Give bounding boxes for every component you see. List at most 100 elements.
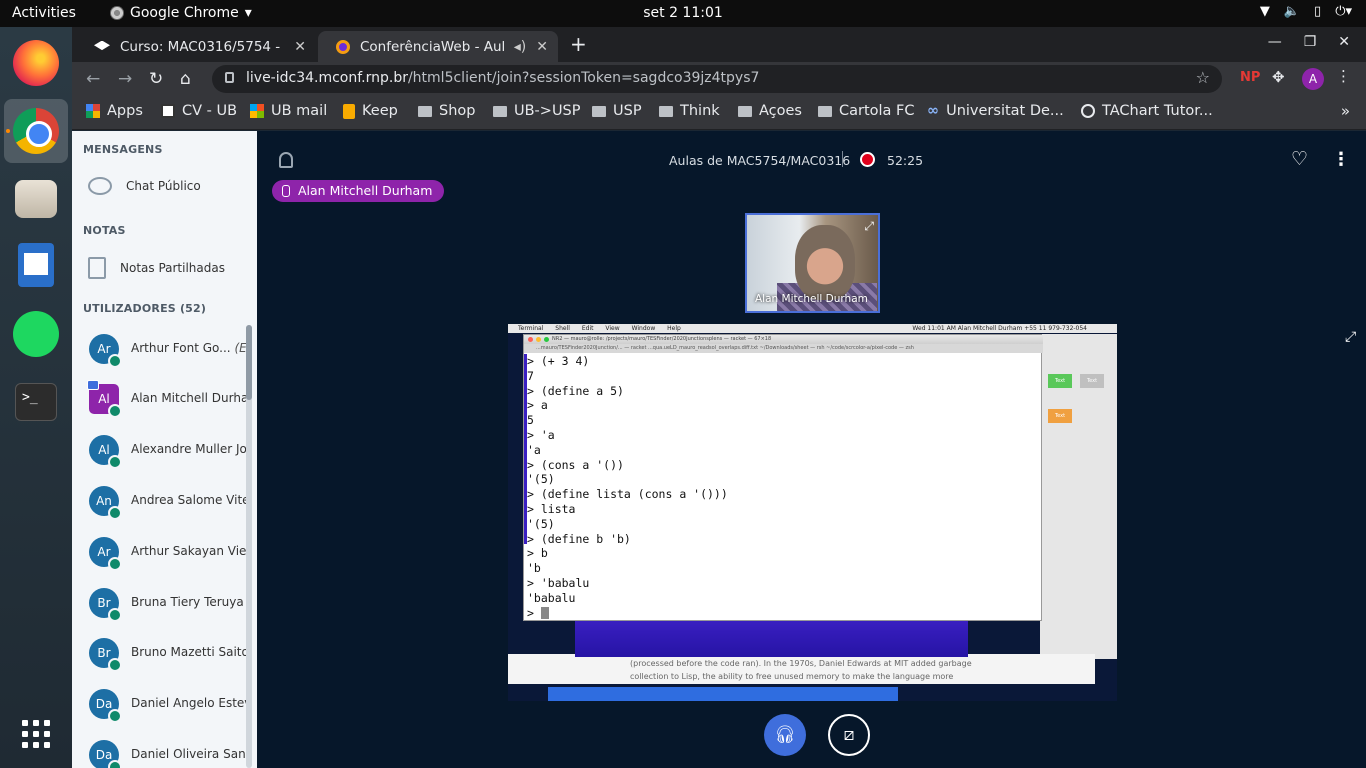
terminal-line: '(5) bbox=[527, 472, 555, 487]
chrome-menu-icon[interactable]: ⋮ bbox=[1336, 67, 1351, 85]
bookmark-label: UB mail bbox=[271, 103, 328, 119]
share-webcam-button[interactable]: ⧄ bbox=[828, 714, 870, 756]
restore-icon[interactable]: ❐ bbox=[1304, 34, 1317, 50]
tab-title: Curso: MAC0316/5754 - Co bbox=[120, 38, 285, 55]
bookmark-cartola[interactable]: Cartola FC bbox=[818, 103, 915, 119]
terminal-line: 5 bbox=[527, 413, 534, 428]
new-tab-button[interactable]: + bbox=[570, 32, 587, 56]
more-bookmarks-icon[interactable]: » bbox=[1341, 102, 1350, 120]
fullscreen-icon[interactable]: ⤢ bbox=[1345, 329, 1356, 345]
terminal-line: '(5) bbox=[527, 516, 555, 531]
back-button[interactable]: ← bbox=[86, 69, 100, 89]
bookmark-acoes[interactable]: Açoes bbox=[738, 103, 802, 119]
bookmark-ub-usp[interactable]: UB->USP bbox=[493, 103, 581, 119]
terminal-titlebar: NR2 — mauro@rolle: /projects/mauro/TESFi… bbox=[524, 335, 1043, 344]
profile-avatar[interactable]: A bbox=[1302, 68, 1324, 90]
user-list-toggle-icon[interactable] bbox=[279, 152, 293, 168]
heart-icon[interactable]: ♡ bbox=[1291, 148, 1308, 170]
files-icon bbox=[15, 180, 57, 218]
terminal-line: > (define b 'b) bbox=[527, 531, 631, 546]
close-window-icon[interactable]: ✕ bbox=[1338, 34, 1350, 50]
public-chat-link[interactable]: Chat Público bbox=[88, 177, 201, 195]
dock-chrome[interactable] bbox=[4, 99, 68, 163]
dock-writer[interactable] bbox=[4, 233, 68, 297]
user-item[interactable]: Al Alexandre Muller Jo... bbox=[72, 427, 257, 478]
terminal-output: > (+ 3 4) 7 > (define a 5) > a 5 > 'a'a > (con… bbox=[527, 354, 1037, 620]
tab-conference[interactable]: ConferênciaWeb - Aula ◂) ✕ bbox=[318, 31, 558, 62]
leave-audio-button[interactable]: 🎧︎ bbox=[764, 714, 806, 756]
bookmark-keep[interactable]: Keep bbox=[343, 103, 398, 119]
reload-button[interactable]: ↻ bbox=[149, 69, 163, 89]
app-menu[interactable]: Google Chrome ▾ bbox=[110, 5, 252, 21]
user-item[interactable]: Da Daniel Oliveira San... bbox=[72, 732, 257, 768]
bookmark-cv-ub[interactable]: CV - UB bbox=[161, 103, 237, 119]
options-menu-icon[interactable]: ⋮ bbox=[1332, 149, 1350, 170]
mac-menu-item: Shell bbox=[555, 325, 570, 332]
np-extension-icon[interactable]: NP bbox=[1240, 70, 1260, 85]
close-tab-icon[interactable]: ✕ bbox=[294, 39, 306, 55]
bookmark-star-icon[interactable]: ☆ bbox=[1196, 68, 1210, 87]
terminal-line: 'babalu bbox=[527, 590, 576, 605]
shared-text-button: Text bbox=[1048, 409, 1072, 423]
address-bar[interactable]: live-idc34.mconf.rnp.br/html5client/join… bbox=[212, 65, 1222, 93]
tab-course[interactable]: Curso: MAC0316/5754 - Co ✕ bbox=[76, 31, 316, 62]
recording-icon[interactable] bbox=[860, 152, 875, 167]
dock-spotify[interactable] bbox=[4, 302, 68, 366]
activities-button[interactable]: Activities bbox=[12, 5, 76, 21]
user-item[interactable]: Da Daniel Angelo Estev... bbox=[72, 681, 257, 732]
users-section-title: UTILIZADORES (52) bbox=[83, 302, 207, 315]
folder-icon bbox=[738, 105, 752, 117]
bookmark-shop[interactable]: Shop bbox=[418, 103, 475, 119]
bookmark-ub-mail[interactable]: UB mail bbox=[250, 103, 327, 119]
url-path: /html5client/join?sessionToken=sagdco39j… bbox=[407, 70, 760, 86]
webcam-video[interactable]: Alan Mitchell Durham ⤢ bbox=[745, 213, 880, 313]
bookmark-apps[interactable]: Apps bbox=[86, 103, 143, 119]
close-tab-icon[interactable]: ✕ bbox=[536, 39, 548, 55]
lock-icon bbox=[225, 72, 234, 83]
shared-document: (processed before the code ran). In the … bbox=[508, 654, 1095, 684]
bookmark-think[interactable]: Think bbox=[659, 103, 720, 119]
minimize-icon[interactable]: — bbox=[1268, 34, 1282, 50]
chat-icon bbox=[88, 177, 112, 195]
bookmark-label: Keep bbox=[362, 103, 398, 119]
audio-playing-icon[interactable]: ◂) bbox=[514, 39, 527, 55]
shared-terminal-window: NR2 — mauro@rolle: /projects/mauro/TESFi… bbox=[523, 334, 1043, 621]
terminal-line: 'a bbox=[527, 442, 541, 457]
globe-icon bbox=[1081, 104, 1095, 118]
graduation-cap-icon bbox=[94, 40, 110, 51]
folder-icon bbox=[418, 105, 432, 117]
home-button[interactable]: ⌂ bbox=[180, 69, 191, 89]
mac-menu-item: View bbox=[605, 325, 620, 332]
expand-icon[interactable]: ⤢ bbox=[864, 219, 874, 234]
bookmark-usp[interactable]: USP bbox=[592, 103, 642, 119]
bookmark-label: TAChart Tutor... bbox=[1102, 103, 1213, 119]
terminal-line: > 'babalu bbox=[527, 575, 590, 590]
headphones-icon bbox=[108, 709, 122, 723]
folder-icon bbox=[659, 105, 673, 117]
talking-indicator[interactable]: Alan Mitchell Durham bbox=[272, 180, 445, 202]
presenter-icon bbox=[87, 380, 99, 390]
bookmark-universitat[interactable]: ∞ Universitat De... bbox=[927, 103, 1064, 119]
extensions-puzzle-icon[interactable]: ✥ bbox=[1272, 68, 1285, 86]
dock-files[interactable] bbox=[4, 167, 68, 231]
writer-icon bbox=[18, 243, 54, 287]
dock-terminal[interactable]: >_ bbox=[4, 370, 68, 434]
shared-notes-link[interactable]: Notas Partilhadas bbox=[88, 257, 225, 279]
messages-section-title: MENSAGENS bbox=[83, 143, 163, 156]
user-item[interactable]: An Andrea Salome Vite... bbox=[72, 478, 257, 529]
user-list-scroll-thumb[interactable] bbox=[246, 325, 252, 400]
user-item[interactable]: Ar Arthur Font Go... (Eu) bbox=[72, 326, 257, 377]
navigation-bar: ← → ↻ ⌂ live-idc34.mconf.rnp.br/html5cli… bbox=[72, 62, 1366, 96]
tab-bar: Curso: MAC0316/5754 - Co ✕ ConferênciaWe… bbox=[72, 27, 1366, 62]
screenshare-video: Terminal Shell Edit View Window Help Wed… bbox=[508, 324, 1117, 701]
system-tray[interactable]: ▼ 🔈 ▯ ⏻▾ bbox=[1260, 4, 1352, 19]
user-item[interactable]: Ar Arthur Sakayan Viei... bbox=[72, 529, 257, 580]
user-item[interactable]: Br Bruno Mazetti Saito bbox=[72, 630, 257, 681]
show-apps-button[interactable] bbox=[4, 702, 68, 766]
forward-button[interactable]: → bbox=[118, 69, 132, 89]
shared-inspector-panel: Text Text Text bbox=[1040, 334, 1117, 659]
user-item[interactable]: Br Bruna Tiery Teruya bbox=[72, 580, 257, 631]
bookmark-tachart[interactable]: TAChart Tutor... bbox=[1081, 103, 1213, 119]
user-item[interactable]: Al Alan Mitchell Durham bbox=[72, 376, 257, 427]
dock-firefox[interactable] bbox=[4, 31, 68, 95]
